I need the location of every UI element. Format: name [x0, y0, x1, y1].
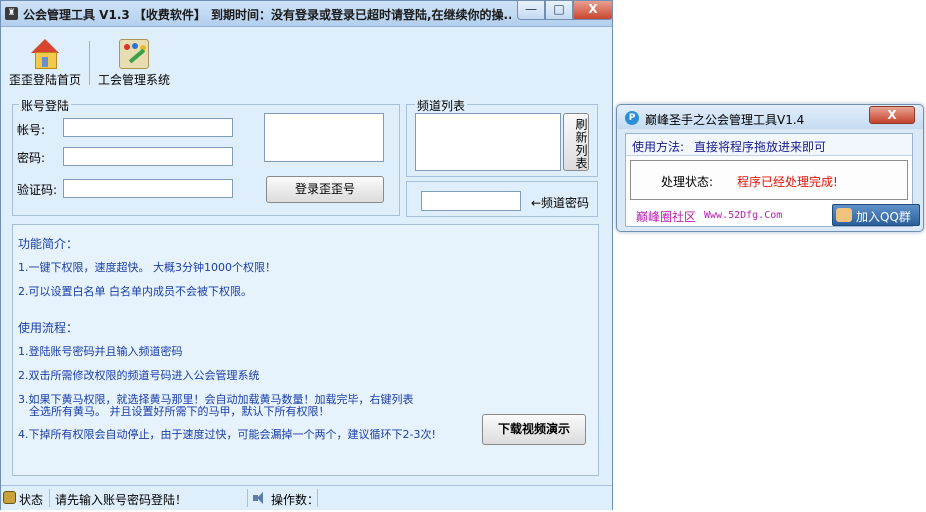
login-button[interactable]: 登录歪歪号: [266, 176, 384, 203]
status-text: 请先输入账号密码登陆！: [55, 493, 188, 507]
channel-list-group: 频道列表 刷新列表: [406, 97, 598, 177]
captcha-input[interactable]: [63, 179, 233, 198]
refresh-list-button[interactable]: 刷新列表: [563, 113, 589, 171]
usage-row: 使用方法: 直接将程序拖放进来即可: [626, 134, 912, 156]
main-window: ♜ 公会管理工具 V1.3 【收费软件】 到期时间：没有登录或登录已超时请登陆,…: [0, 0, 613, 510]
guild-system-button[interactable]: 工会管理系统: [95, 39, 173, 88]
ops-label: 操作数：: [271, 493, 320, 507]
popup-close-button[interactable]: X: [869, 106, 915, 124]
channel-password-group: ←频道密码: [406, 181, 598, 217]
popup-window: P 巅峰圣手之公会管理工具V1.4 X 使用方法: 直接将程序拖放进来即可 处理…: [616, 104, 924, 232]
window-title: 公会管理工具 V1.3 【收费软件】: [23, 8, 206, 22]
feature-item: 1.一键下权限，速度超快。 大概3分钟1000个权限！: [18, 261, 276, 274]
captcha-label: 验证码:: [17, 183, 58, 197]
join-qq-group-button[interactable]: 加入QQ群: [832, 204, 920, 226]
process-status-label: 处理状态:: [661, 175, 714, 189]
join-qq-label: 加入QQ群: [856, 210, 911, 224]
popup-app-icon: P: [625, 111, 639, 125]
captcha-image: [264, 113, 384, 162]
guild-label: 工会管理系统: [97, 73, 170, 87]
toolbar-divider: [89, 41, 90, 85]
process-status-text: 程序已经处理完成!: [737, 175, 838, 189]
yy-login-home-button[interactable]: 歪歪登陆首页: [7, 39, 83, 88]
feature-title: 功能简介：: [18, 237, 79, 251]
step-item: 2.双击所需修改权限的频道号码进入公会管理系统: [18, 369, 260, 382]
close-button[interactable]: X: [573, 1, 613, 20]
usage-text: 直接将程序拖放进来即可: [694, 140, 827, 154]
popup-content: 使用方法: 直接将程序拖放进来即可 处理状态: 程序已经处理完成! 巅峰圈社区 …: [625, 133, 920, 227]
popup-title: 巅峰圣手之公会管理工具V1.4: [645, 113, 805, 127]
account-label: 帐号:: [17, 123, 46, 137]
intro-panel: 功能简介： 1.一键下权限，速度超快。 大概3分钟1000个权限！ 2.可以设置…: [12, 224, 599, 476]
community-link[interactable]: 巅峰圈社区: [636, 208, 696, 225]
popup-title-bar[interactable]: P 巅峰圣手之公会管理工具V1.4 X: [617, 105, 923, 129]
step-item: 4.下掉所有权限会自动停止，由于速度过快，可能会漏掉一个两个，建议循环下2-3次…: [18, 428, 436, 441]
minimize-button[interactable]: —: [517, 1, 545, 20]
channel-password-label: ←频道密码: [531, 196, 590, 210]
community-url[interactable]: Www.52Dfg.Com: [704, 210, 782, 221]
status-label: 状态: [19, 493, 44, 507]
account-group-title: 账号登陆: [19, 97, 72, 114]
palette-icon: [119, 39, 149, 69]
maximize-button[interactable]: □: [545, 1, 573, 20]
usage-label: 使用方法:: [632, 140, 685, 154]
channel-group-title: 频道列表: [415, 97, 468, 114]
process-status-box: 处理状态: 程序已经处理完成!: [630, 160, 908, 200]
status-divider: [49, 489, 50, 507]
status-divider: [317, 489, 318, 507]
title-bar[interactable]: ♜ 公会管理工具 V1.3 【收费软件】 到期时间：没有登录或登录已超时请登陆,…: [1, 1, 613, 27]
status-bar: 状态 请先输入账号密码登陆！ 操作数：: [1, 485, 612, 510]
channel-list[interactable]: [415, 113, 561, 171]
house-icon: [30, 39, 60, 69]
account-input[interactable]: [63, 118, 233, 137]
app-icon: ♜: [5, 7, 18, 20]
qq-icon: [836, 208, 852, 222]
step-item: 全选所有黄马。 并且设置好所需下的马甲，默认下所有权限！: [29, 405, 330, 418]
ruby-icon: [3, 491, 16, 504]
password-label: 密码:: [17, 151, 46, 165]
password-input[interactable]: [63, 147, 233, 166]
step-item: 1.登陆账号密码并且输入频道密码: [18, 345, 183, 358]
home-label: 歪歪登陆首页: [8, 73, 81, 87]
download-video-button[interactable]: 下载视频演示: [482, 414, 586, 445]
channel-password-input[interactable]: [421, 191, 521, 211]
feature-item: 2.可以设置白名单 白名单内成员不会被下权限。: [18, 285, 252, 298]
account-login-group: 账号登陆 帐号: 密码: 验证码: 登录歪歪号: [12, 97, 400, 216]
speaker-icon: [253, 492, 267, 504]
status-divider: [247, 489, 248, 507]
expire-time-text: 到期时间：没有登录或登录已超时请登陆,在继续你的操...: [211, 8, 511, 22]
process-title: 使用流程：: [18, 321, 79, 335]
